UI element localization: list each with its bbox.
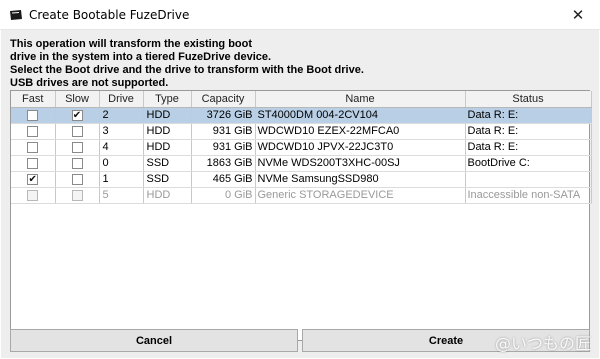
fast-checkbox[interactable]: [27, 157, 39, 169]
fast-cell: [11, 123, 56, 140]
slow-cell: [55, 155, 100, 172]
table-row[interactable]: ✔ 2 HDD 3726 GiB ST4000DM 004-2CV104 Data R: …: [11, 107, 592, 124]
table-row[interactable]: ✔ 1 SSD 465 GiB NVMe SamsungSSD980: [11, 171, 592, 188]
drive-table-body: ✔ 2 HDD 3726 GiB ST4000DM 004-2CV104 Data R: …: [11, 107, 592, 204]
status-cell: Data R: E:: [465, 139, 592, 156]
slow-checkbox[interactable]: [71, 173, 83, 185]
description-line: USB drives are not supported.: [10, 77, 169, 89]
table-row[interactable]: 4 HDD 931 GiB WDCWD10 JPVX-22JC3T0 Data R: E…: [11, 139, 592, 156]
capacity-cell: 3726 GiB: [191, 107, 256, 124]
slow-cell: ✔: [55, 107, 100, 124]
column-header-name[interactable]: Name: [255, 91, 466, 108]
drive-type-cell: HDD: [143, 139, 192, 156]
drive-name-cell: NVMe SamsungSSD980: [255, 171, 466, 188]
drive-type-cell: SSD: [143, 171, 192, 188]
slow-checkbox[interactable]: [71, 157, 83, 169]
column-header-capacity[interactable]: Capacity: [191, 91, 256, 108]
column-header-status[interactable]: Status: [465, 91, 592, 108]
app-icon: [10, 10, 22, 20]
column-header-drive[interactable]: Drive: [99, 91, 144, 108]
drive-name-cell: ST4000DM 004-2CV104: [255, 107, 466, 124]
watermark: @いつもの匠: [494, 334, 591, 353]
drive-name-cell: WDCWD10 JPVX-22JC3T0: [255, 139, 466, 156]
drive-table[interactable]: Fast Slow Drive Type Capacity Name Statu…: [10, 90, 592, 341]
column-header-type[interactable]: Type: [143, 91, 192, 108]
fast-cell: [11, 155, 56, 172]
drive-name-cell: NVMe WDS200T3XHC-00SJ: [255, 155, 466, 172]
slow-checkbox[interactable]: [71, 125, 83, 137]
description-line: This operation will transform the existi…: [10, 38, 253, 50]
column-header-fast[interactable]: Fast: [11, 91, 56, 108]
drive-number-cell: 2: [99, 107, 144, 124]
drive-number-cell: 1: [99, 171, 144, 188]
window-title: Create Bootable FuzeDrive: [29, 8, 190, 22]
slow-cell: [55, 171, 100, 188]
drive-number-cell: 0: [99, 155, 144, 172]
close-icon[interactable]: ✕: [572, 6, 585, 24]
table-row[interactable]: 5 HDD 0 GiB Generic STORAGEDEVICE Inaccessib…: [11, 187, 592, 204]
fast-checkbox[interactable]: [27, 125, 39, 137]
fast-cell: [11, 187, 56, 204]
drive-type-cell: HDD: [143, 107, 192, 124]
title-bar: Create Bootable FuzeDrive ✕: [0, 0, 600, 30]
drive-number-cell: 5: [99, 187, 144, 204]
table-header: Fast Slow Drive Type Capacity Name Statu…: [11, 91, 592, 108]
drive-name-cell: WDCWD10 EZEX-22MFCA0: [255, 123, 466, 140]
capacity-cell: 1863 GiB: [191, 155, 256, 172]
fast-checkbox[interactable]: [27, 109, 39, 121]
fast-cell: [11, 107, 56, 124]
drive-name-cell: Generic STORAGEDEVICE: [255, 187, 466, 204]
capacity-cell: 465 GiB: [191, 171, 256, 188]
fast-checkbox: [27, 189, 39, 201]
capacity-cell: 931 GiB: [191, 123, 256, 140]
description-text: This operation will transform the existi…: [10, 38, 364, 90]
status-cell: Data R: E:: [465, 123, 592, 140]
slow-cell: [55, 187, 100, 204]
table-row[interactable]: 3 HDD 931 GiB WDCWD10 EZEX-22MFCA0 Data R: E…: [11, 123, 592, 140]
fast-checkbox[interactable]: [27, 141, 39, 153]
fast-cell: [11, 139, 56, 156]
table-row[interactable]: 0 SSD 1863 GiB NVMe WDS200T3XHC-00SJ BootDri…: [11, 155, 592, 172]
cancel-button[interactable]: Cancel: [10, 329, 298, 352]
fast-checkbox[interactable]: ✔: [27, 173, 39, 185]
slow-checkbox[interactable]: [71, 141, 83, 153]
status-cell: [465, 171, 592, 188]
column-header-slow[interactable]: Slow: [55, 91, 100, 108]
status-cell: BootDrive C:: [465, 155, 592, 172]
drive-type-cell: HDD: [143, 187, 192, 204]
drive-type-cell: HDD: [143, 123, 192, 140]
slow-checkbox[interactable]: ✔: [71, 109, 83, 121]
slow-cell: [55, 139, 100, 156]
slow-checkbox: [71, 189, 83, 201]
drive-number-cell: 4: [99, 139, 144, 156]
capacity-cell: 931 GiB: [191, 139, 256, 156]
capacity-cell: 0 GiB: [191, 187, 256, 204]
dialog-body: This operation will transform the existi…: [1, 30, 599, 358]
status-cell: Inaccessible non-SATA: [465, 187, 592, 204]
description-line: drive in the system into a tiered FuzeDr…: [10, 51, 272, 63]
drive-number-cell: 3: [99, 123, 144, 140]
close-button[interactable]: ✕: [556, 0, 600, 30]
description-line: Select the Boot drive and the drive to t…: [10, 64, 364, 76]
slow-cell: [55, 123, 100, 140]
drive-type-cell: SSD: [143, 155, 192, 172]
fast-cell: ✔: [11, 171, 56, 188]
status-cell: Data R: E:: [465, 107, 592, 124]
